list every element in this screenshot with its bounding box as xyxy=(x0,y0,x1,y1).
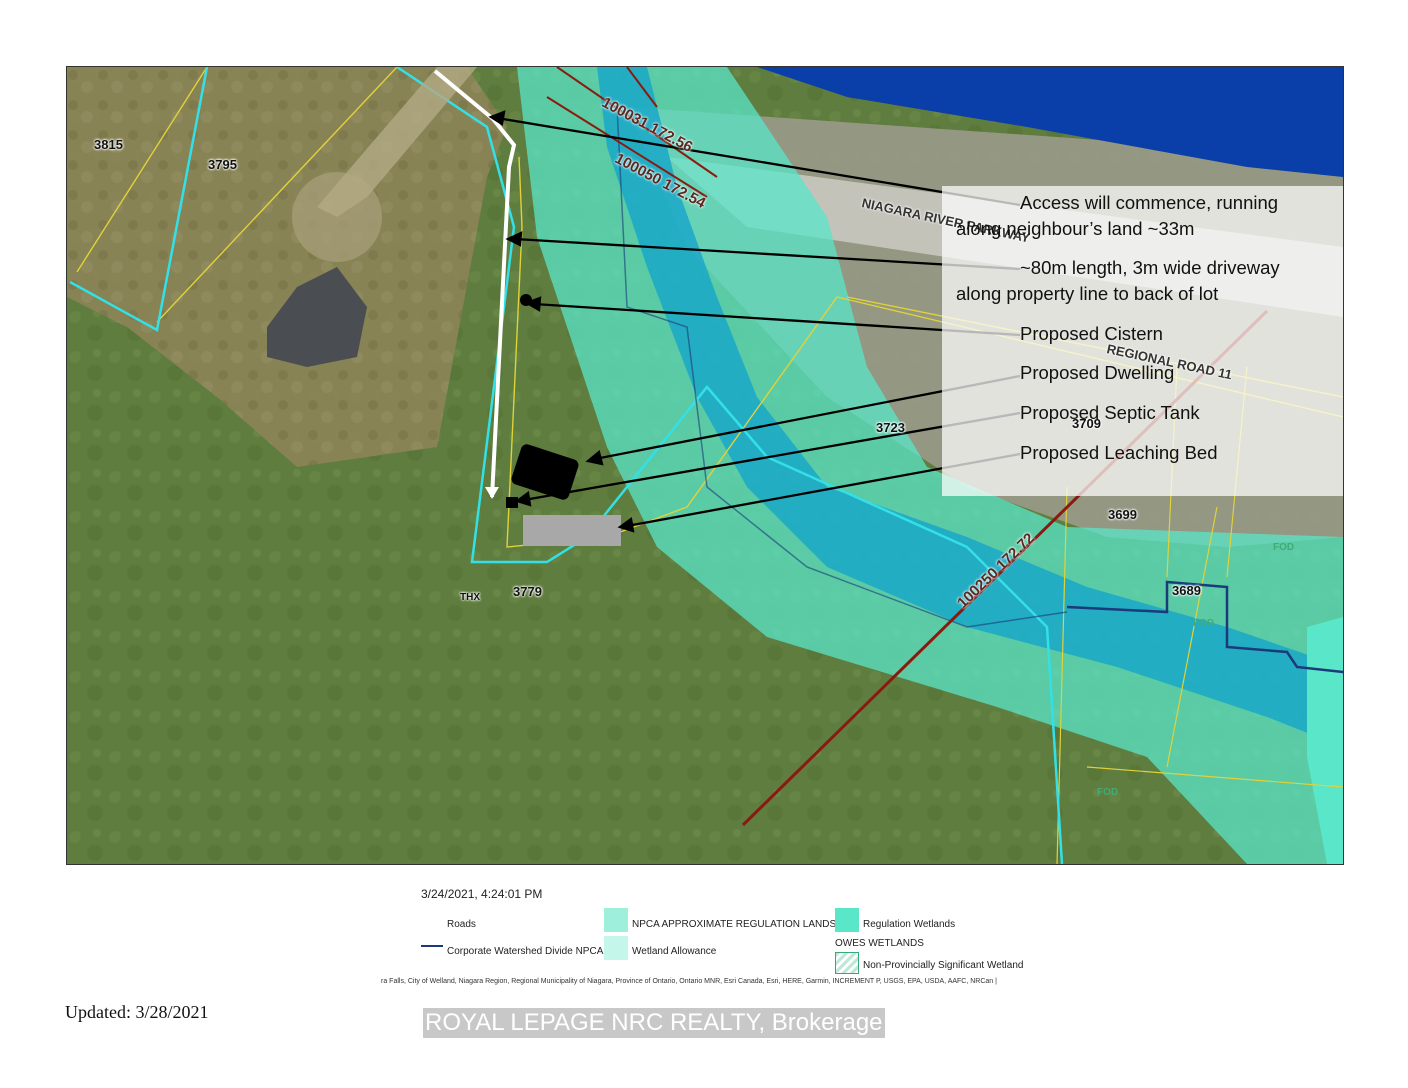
legend-non-provincial: Non-Provincially Significant Wetland xyxy=(863,960,1024,971)
parcel-label: FOD xyxy=(1097,787,1119,798)
map-attribution: ra Falls, City of Welland, Niagara Regio… xyxy=(381,978,997,985)
legend-corporate-watershed: Corporate Watershed Divide NPCA xyxy=(447,946,604,957)
proposed-leaching-bed xyxy=(523,515,621,546)
legend-regulation-swatch xyxy=(604,908,628,932)
callout-driveway-line1: ~80m length, 3m wide driveway xyxy=(1020,257,1280,278)
callout-access-line2: along neighbour’s land ~33m xyxy=(956,218,1195,239)
callout-leaching-bed: Proposed Leaching Bed xyxy=(1020,442,1218,463)
legend-non-provincial-swatch xyxy=(835,952,859,974)
parcel-label: 3815 xyxy=(94,137,123,152)
parcel-label: 3723 xyxy=(876,420,905,435)
parcel-label: THX xyxy=(460,592,480,603)
parcel-label: FOD xyxy=(1193,618,1215,629)
map-frame[interactable]: 3815 3795 3723 3709 3699 3689 3779 THX F… xyxy=(66,66,1344,865)
brokerage-watermark: ROYAL LEPAGE NRC REALTY, Brokerage xyxy=(423,1008,885,1038)
map-timestamp: 3/24/2021, 4:24:01 PM xyxy=(421,887,543,901)
parcel-label: 3795 xyxy=(208,157,237,172)
callout-driveway-line2: along property line to back of lot xyxy=(956,283,1219,304)
legend-wetland-allowance: Wetland Allowance xyxy=(632,946,717,957)
updated-date: Updated: 3/28/2021 xyxy=(65,1002,209,1022)
legend-watershed-swatch xyxy=(421,945,443,947)
callout-cistern: Proposed Cistern xyxy=(1020,323,1163,344)
callout-septic-tank: Proposed Septic Tank xyxy=(1020,402,1200,423)
legend-wetland-allowance-swatch xyxy=(604,936,628,960)
legend-roads: Roads xyxy=(447,919,476,930)
parcel-label: 3779 xyxy=(513,584,542,599)
legend-owes-wetlands: OWES WETLANDS xyxy=(835,938,924,949)
callout-access-line1: Access will commence, running xyxy=(1020,192,1279,213)
legend-regulation-wetlands: Regulation Wetlands xyxy=(863,919,956,930)
callout-dwelling: Proposed Dwelling xyxy=(1020,362,1175,383)
legend-npca-regulation: NPCA APPROXIMATE REGULATION LANDS xyxy=(632,919,837,930)
parcel-label: 3699 xyxy=(1108,507,1137,522)
proposed-septic-tank xyxy=(506,497,518,508)
parcel-label: FOD xyxy=(1273,542,1295,553)
legend-regulation-wetlands-swatch xyxy=(835,908,859,932)
parcel-label: 3689 xyxy=(1172,583,1201,598)
